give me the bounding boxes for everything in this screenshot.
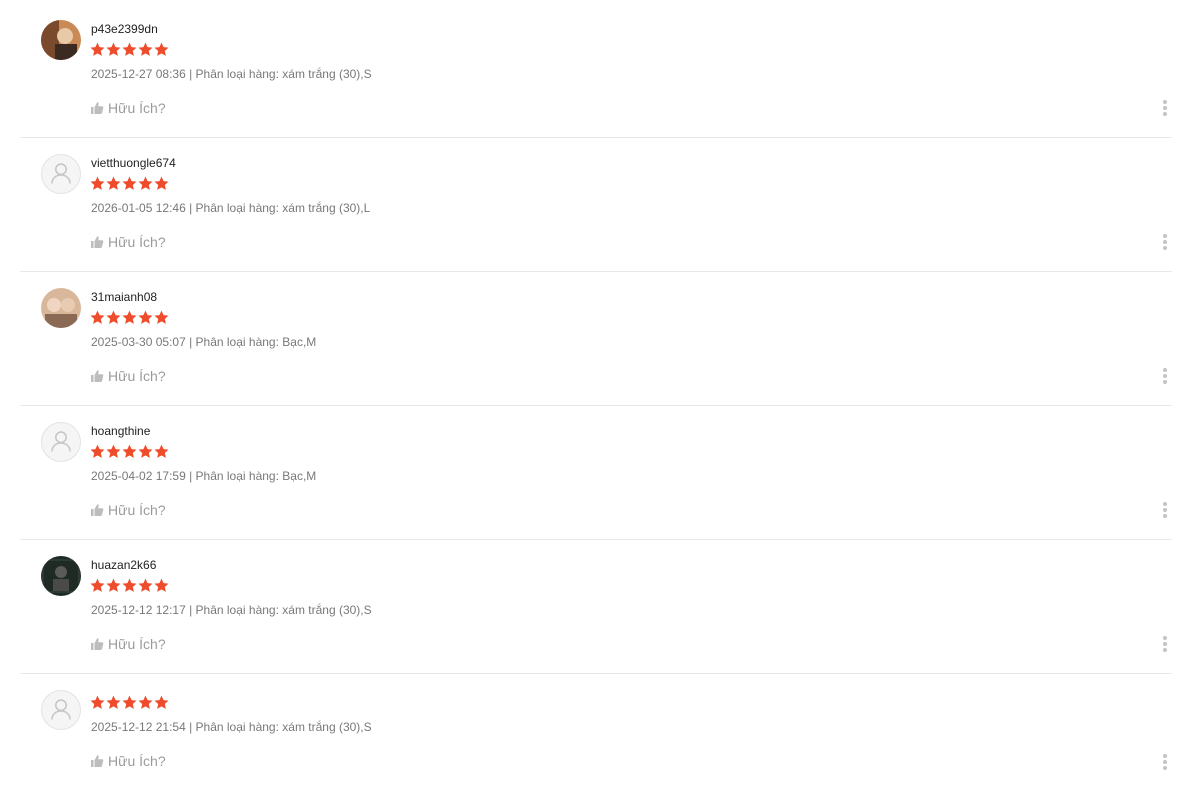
helpful-button[interactable]: Hữu Ích?	[90, 636, 166, 652]
more-options-icon[interactable]	[1158, 501, 1172, 519]
star-icon	[106, 695, 121, 709]
review-meta: 2025-12-12 12:17 | Phân loại hàng: xám t…	[91, 603, 372, 617]
avatar[interactable]	[41, 288, 81, 328]
review-item: huazan2k66 2025-12-12 12:17 | Phân loại …	[20, 540, 1172, 674]
star-icon	[122, 42, 137, 56]
star-icon	[154, 310, 169, 324]
default-user-icon	[51, 163, 71, 184]
helpful-label: Hữu Ích?	[108, 753, 166, 769]
avatar[interactable]	[41, 556, 81, 596]
thumbs-up-icon	[91, 370, 104, 382]
star-icon	[90, 42, 105, 56]
rating-stars	[90, 695, 169, 711]
review-item: 2025-12-12 21:54 | Phân loại hàng: xám t…	[20, 674, 1172, 789]
star-icon	[138, 444, 153, 458]
more-options-icon[interactable]	[1158, 99, 1172, 117]
more-options-icon[interactable]	[1158, 753, 1172, 771]
avatar[interactable]	[41, 422, 81, 462]
thumbs-up-icon	[91, 638, 104, 650]
star-icon	[90, 176, 105, 190]
star-icon	[154, 578, 169, 592]
star-icon	[138, 695, 153, 709]
thumbs-up-icon	[91, 236, 104, 248]
star-icon	[90, 578, 105, 592]
more-options-icon[interactable]	[1158, 233, 1172, 251]
thumbs-up-icon	[91, 504, 104, 516]
thumbs-up-icon	[91, 755, 104, 767]
helpful-label: Hữu Ích?	[108, 368, 166, 384]
star-icon	[90, 444, 105, 458]
review-username[interactable]: p43e2399dn	[91, 22, 158, 36]
star-icon	[122, 444, 137, 458]
star-icon	[106, 444, 121, 458]
review-username[interactable]: huazan2k66	[91, 558, 156, 572]
helpful-button[interactable]: Hữu Ích?	[90, 234, 166, 250]
more-options-icon[interactable]	[1158, 367, 1172, 385]
rating-stars	[90, 578, 169, 594]
review-username[interactable]: vietthuongle674	[91, 156, 176, 170]
avatar[interactable]	[41, 20, 81, 60]
review-item: vietthuongle674 2026-01-05 12:46 | Phân …	[20, 138, 1172, 272]
star-icon	[106, 42, 121, 56]
star-icon	[154, 176, 169, 190]
helpful-button[interactable]: Hữu Ích?	[90, 502, 166, 518]
avatar-photo	[41, 288, 81, 328]
rating-stars	[90, 444, 169, 460]
star-icon	[122, 310, 137, 324]
default-user-icon	[51, 699, 71, 720]
helpful-label: Hữu Ích?	[108, 636, 166, 652]
star-icon	[90, 695, 105, 709]
review-meta: 2025-03-30 05:07 | Phân loại hàng: Bạc,M	[91, 335, 317, 349]
star-icon	[154, 42, 169, 56]
helpful-button[interactable]: Hữu Ích?	[90, 100, 166, 116]
avatar[interactable]	[41, 154, 81, 194]
star-icon	[138, 310, 153, 324]
star-icon	[138, 578, 153, 592]
rating-stars	[90, 176, 169, 192]
helpful-label: Hữu Ích?	[108, 234, 166, 250]
review-username[interactable]: 31maianh08	[91, 290, 157, 304]
review-meta: 2026-01-05 12:46 | Phân loại hàng: xám t…	[91, 201, 371, 215]
star-icon	[106, 310, 121, 324]
star-icon	[90, 310, 105, 324]
more-options-icon[interactable]	[1158, 635, 1172, 653]
helpful-label: Hữu Ích?	[108, 100, 166, 116]
star-icon	[122, 695, 137, 709]
star-icon	[138, 176, 153, 190]
review-item: p43e2399dn 2025-12-27 08:36 | Phân loại …	[20, 0, 1172, 138]
review-item: 31maianh08 2025-03-30 05:07 | Phân loại …	[20, 272, 1172, 406]
helpful-button[interactable]: Hữu Ích?	[90, 368, 166, 384]
star-icon	[154, 695, 169, 709]
review-meta: 2025-12-12 21:54 | Phân loại hàng: xám t…	[91, 720, 372, 734]
star-icon	[154, 444, 169, 458]
star-icon	[122, 578, 137, 592]
avatar-photo	[41, 20, 81, 60]
helpful-label: Hữu Ích?	[108, 502, 166, 518]
avatar-photo	[41, 556, 81, 596]
review-meta: 2025-12-27 08:36 | Phân loại hàng: xám t…	[91, 67, 372, 81]
avatar[interactable]	[41, 690, 81, 730]
helpful-button[interactable]: Hữu Ích?	[90, 753, 166, 769]
rating-stars	[90, 310, 169, 326]
review-username[interactable]: hoangthine	[91, 424, 150, 438]
review-meta: 2025-04-02 17:59 | Phân loại hàng: Bạc,M	[91, 469, 317, 483]
star-icon	[106, 578, 121, 592]
star-icon	[122, 176, 137, 190]
rating-stars	[90, 42, 169, 58]
thumbs-up-icon	[91, 102, 104, 114]
review-item: hoangthine 2025-04-02 17:59 | Phân loại …	[20, 406, 1172, 540]
star-icon	[106, 176, 121, 190]
star-icon	[138, 42, 153, 56]
default-user-icon	[51, 431, 71, 452]
